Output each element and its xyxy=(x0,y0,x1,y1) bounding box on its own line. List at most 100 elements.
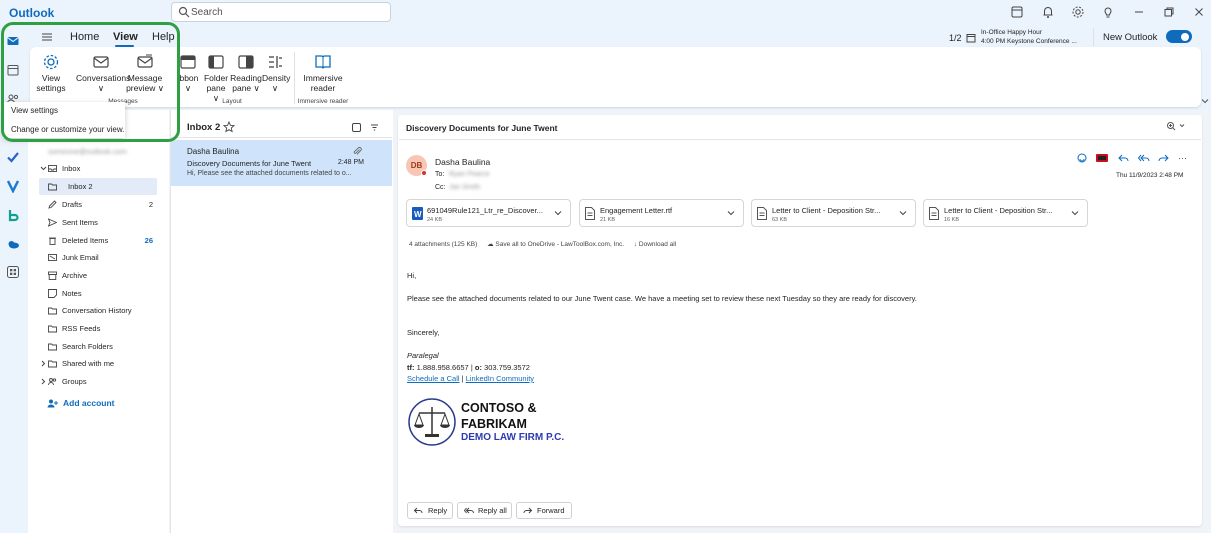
my-day-icon[interactable] xyxy=(1010,5,1024,19)
more-options-icon[interactable]: ··· xyxy=(1178,153,1187,163)
folder-junk-email[interactable]: Junk Email xyxy=(28,249,169,266)
attachment-name: Letter to Client - Deposition Str... xyxy=(944,206,1053,215)
download-all-link[interactable]: Download all xyxy=(639,241,676,248)
attachment-card[interactable]: Letter to Client - Deposition Str... 16 … xyxy=(923,199,1088,227)
folder-sent-items[interactable]: Sent Items xyxy=(28,214,169,231)
folder-search-folders[interactable]: Search Folders xyxy=(28,338,169,355)
attachment-card[interactable]: W 691049Rule121_Ltr_re_Discover... 24 KB xyxy=(406,199,571,227)
chevron-down-icon[interactable] xyxy=(899,209,907,217)
attachment-summary-row: 4 attachments (125 KB) ☁ Save all to One… xyxy=(409,240,676,248)
density-button[interactable]: Density ∨ xyxy=(262,53,290,93)
folder-conversation-history[interactable]: Conversation History xyxy=(28,302,169,319)
zoom-icon[interactable] xyxy=(1166,121,1186,134)
new-outlook-label: New Outlook xyxy=(1103,32,1158,43)
junk-icon xyxy=(48,254,57,261)
filter-icon[interactable] xyxy=(370,123,379,135)
attachment-size: 24 KB xyxy=(427,217,442,223)
ribbon-separator xyxy=(294,52,295,104)
paperclip-icon xyxy=(353,147,362,155)
apps-icon[interactable] xyxy=(6,265,20,279)
folder-icon xyxy=(48,307,57,315)
viva-icon[interactable] xyxy=(6,179,20,194)
chevron-down-icon[interactable] xyxy=(727,209,735,217)
restore-icon[interactable] xyxy=(1162,5,1176,19)
signature-links: Schedule a Call | LinkedIn Community xyxy=(407,374,534,383)
folder-label: RSS Feeds xyxy=(62,324,101,333)
density-chevron: ∨ xyxy=(271,83,279,93)
folder-count: 2 xyxy=(148,200,153,209)
shared-folder-icon xyxy=(48,360,57,368)
search-icon xyxy=(178,6,190,18)
cc-label: Cc: xyxy=(435,184,446,191)
office-number: 303.759.3572 xyxy=(484,363,530,372)
ribbon-layout-icon xyxy=(180,55,196,69)
document-icon xyxy=(757,207,767,220)
account-email[interactable]: someone@outlook.com xyxy=(48,147,127,156)
reading-pane-button[interactable]: Reading pane ∨ xyxy=(230,53,262,93)
reply-all-icon[interactable] xyxy=(1137,153,1150,166)
reply-all-button[interactable]: Reply all xyxy=(457,502,512,519)
reading-pane-label-2: pane ∨ xyxy=(232,83,260,93)
reading-pane-icon xyxy=(238,55,254,69)
linkedin-link[interactable]: LinkedIn Community xyxy=(466,374,534,383)
forward-icon[interactable] xyxy=(1158,153,1169,166)
message-list-item[interactable]: Dasha Baulina Discovery Documents for Ju… xyxy=(171,140,392,186)
chevron-down-icon[interactable] xyxy=(1071,209,1079,217)
chevron-down-icon[interactable] xyxy=(554,209,562,217)
reminder-counter[interactable]: 1/2 xyxy=(949,33,962,43)
reminder[interactable]: In-Office Happy Hour 4:00 PM Keystone Co… xyxy=(981,28,1077,46)
document-icon xyxy=(929,207,939,220)
folder-label: Drafts xyxy=(62,200,83,209)
gear-icon[interactable] xyxy=(1071,5,1085,19)
logo-line-2: FABRIKAM xyxy=(461,417,527,431)
immersive-reader-button[interactable]: Immersive reader xyxy=(301,53,345,93)
folder-inbox[interactable]: Inbox xyxy=(28,160,169,177)
add-person-icon xyxy=(47,399,58,408)
folder-inbox-2[interactable]: Inbox 2 xyxy=(39,178,157,195)
attachment-card[interactable]: Engagement Letter.rtf 21 KB xyxy=(579,199,744,227)
group-label-immersive: Immersive reader xyxy=(297,98,349,105)
forward-button[interactable]: Forward xyxy=(516,502,572,519)
reply-label: Reply xyxy=(428,506,448,515)
svg-text:W: W xyxy=(414,210,422,219)
lightbulb-icon[interactable] xyxy=(1101,5,1115,19)
folder-shared-with-me[interactable]: Shared with me xyxy=(28,355,169,372)
sender-name[interactable]: Dasha Baulina xyxy=(435,157,490,167)
schedule-call-link[interactable]: Schedule a Call xyxy=(407,374,460,383)
reply-icon[interactable] xyxy=(1118,153,1129,166)
minimize-icon[interactable] xyxy=(1132,5,1146,19)
folder-notes[interactable]: Notes xyxy=(28,285,169,302)
app-title: Outlook xyxy=(9,6,55,20)
folder-groups[interactable]: Groups xyxy=(28,373,169,390)
tf-label: tf: xyxy=(407,363,415,372)
addin-icon[interactable] xyxy=(1096,153,1108,166)
folder-archive[interactable]: Archive xyxy=(28,267,169,284)
new-outlook-toggle[interactable] xyxy=(1166,30,1192,43)
bell-icon[interactable] xyxy=(1041,5,1055,19)
select-checkbox-icon[interactable] xyxy=(352,123,361,135)
onedrive-icon[interactable] xyxy=(6,237,20,251)
reply-all-icon xyxy=(464,507,474,514)
trash-icon xyxy=(49,237,56,245)
emoji-icon[interactable] xyxy=(1077,153,1087,166)
ribbon-expand-chevron-icon[interactable] xyxy=(1201,96,1209,108)
people-icon xyxy=(48,378,57,386)
immersive-reader-icon xyxy=(315,55,331,69)
attachment-card[interactable]: Letter to Client - Deposition Str... 63 … xyxy=(751,199,916,227)
star-icon[interactable] xyxy=(222,120,236,136)
save-to-onedrive-link[interactable]: Save all to OneDrive - LawToolBox.com, I… xyxy=(495,241,624,248)
folder-drafts[interactable]: Drafts 2 xyxy=(28,196,169,213)
folder-pane-button[interactable]: Folder pane ∨ xyxy=(203,53,229,103)
reminder-title: In-Office Happy Hour xyxy=(981,29,1042,36)
bookings-icon[interactable] xyxy=(6,208,20,222)
reply-button[interactable]: Reply xyxy=(407,502,453,519)
folder-deleted-items[interactable]: Deleted Items 26 xyxy=(28,232,169,249)
folder-rss-feeds[interactable]: RSS Feeds xyxy=(28,320,169,337)
folder-icon xyxy=(48,183,57,191)
search-box[interactable]: Search xyxy=(171,2,391,22)
to-recipient[interactable]: Ryan Pearce xyxy=(449,171,489,178)
cc-recipient[interactable]: Jan Smith xyxy=(449,184,480,191)
todo-icon[interactable] xyxy=(6,150,20,164)
office-label: o: xyxy=(474,363,482,372)
close-icon[interactable] xyxy=(1192,5,1206,19)
